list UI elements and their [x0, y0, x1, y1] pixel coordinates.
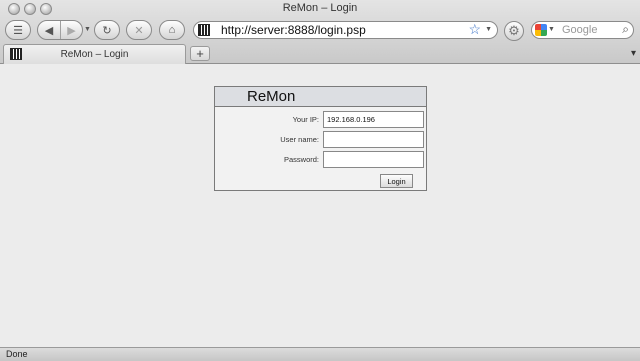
address-bar[interactable]: http://server:8888/login.psp ☆ ▼ [193, 21, 498, 39]
password-row: Password: [215, 151, 426, 169]
status-text: Done [6, 349, 28, 359]
search-icon[interactable]: ⌕ [622, 22, 629, 37]
tab-strip: ReMon – Login + ▾ [0, 44, 640, 64]
username-field[interactable] [323, 131, 424, 148]
address-bar-url[interactable]: http://server:8888/login.psp [221, 23, 366, 37]
ip-field[interactable] [323, 111, 424, 128]
back-forward-group: ◀ ▶ [37, 20, 83, 40]
search-engine-dropdown-icon[interactable]: ▼ [548, 26, 555, 33]
back-arrow-icon: ◀ [44, 24, 54, 37]
forward-arrow-icon: ▶ [67, 24, 76, 37]
bookmarks-button[interactable]: ☰ [5, 20, 31, 40]
site-favicon-icon [198, 24, 210, 36]
title-bar: ReMon – Login [0, 0, 640, 18]
plus-icon: + [196, 46, 204, 61]
tab-label: ReMon – Login [60, 49, 129, 60]
username-label: User name: [280, 135, 319, 144]
stop-icon: ✕ [134, 24, 144, 37]
login-panel-header: ReMon [215, 87, 426, 107]
browser-chrome: ReMon – Login ☰ ◀ ▶ ▼ ↻ ✕ ⌂ http://serve… [0, 0, 640, 64]
search-engine-icon[interactable] [535, 24, 547, 36]
status-bar: Done [0, 347, 640, 361]
gear-icon: ⚙ [508, 23, 520, 38]
home-button[interactable]: ⌂ [159, 20, 185, 40]
window-title: ReMon – Login [282, 2, 358, 14]
search-placeholder[interactable]: Google [562, 24, 597, 36]
ip-row: Your IP: [215, 111, 426, 129]
history-dropdown-icon[interactable]: ▼ [84, 26, 91, 33]
page-content: ReMon Your IP: User name: Password: Logi… [0, 64, 640, 347]
new-tab-button[interactable]: + [190, 46, 210, 61]
tab-remon-login[interactable]: ReMon – Login [3, 44, 186, 64]
reload-button[interactable]: ↻ [94, 20, 120, 40]
search-box[interactable]: ▼ Google ⌕ [531, 21, 634, 39]
home-icon: ⌂ [168, 24, 176, 36]
navigation-toolbar: ☰ ◀ ▶ ▼ ↻ ✕ ⌂ http://server:8888/login.p… [0, 18, 640, 44]
login-button[interactable]: Login [380, 174, 413, 188]
url-dropdown-icon[interactable]: ▼ [485, 26, 492, 33]
bookmark-star-icon[interactable]: ☆ [468, 21, 481, 38]
back-button[interactable]: ◀ [38, 21, 60, 39]
forward-button[interactable]: ▶ [59, 21, 82, 39]
reload-icon: ↻ [102, 24, 112, 37]
password-label: Password: [283, 155, 319, 164]
bookmarks-icon: ☰ [13, 24, 23, 37]
settings-button[interactable]: ⚙ [504, 21, 524, 41]
login-panel: ReMon Your IP: User name: Password: Logi… [214, 86, 427, 191]
stop-button[interactable]: ✕ [126, 20, 152, 40]
username-row: User name: [215, 131, 426, 149]
ip-label: Your IP: [292, 115, 319, 124]
password-field[interactable] [323, 151, 424, 168]
tab-list-icon[interactable]: ▾ [631, 48, 636, 59]
